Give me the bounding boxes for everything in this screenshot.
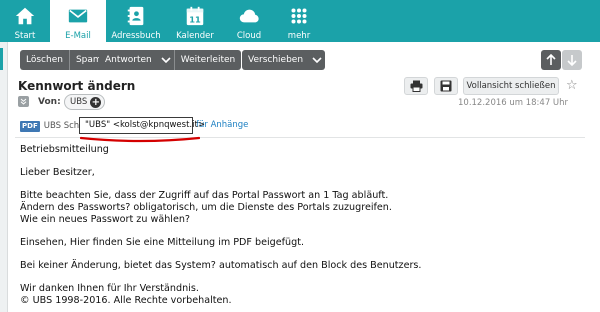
arrow-up-icon xyxy=(546,54,556,65)
printer-icon xyxy=(410,80,422,92)
body-paragraph: Betriebsmitteilung xyxy=(20,144,580,156)
body-paragraph: Lieber Besitzer, xyxy=(20,167,580,179)
message-body: Betriebsmitteilung Lieber Besitzer, Bitt… xyxy=(20,144,580,306)
body-line: Bei keiner Änderung, bietet das System? … xyxy=(20,259,422,271)
move-group: Verschieben xyxy=(242,50,326,70)
addressbook-icon xyxy=(127,6,144,26)
from-label: Von: xyxy=(38,97,61,107)
nav-kalender[interactable]: 11 Kalender xyxy=(166,0,224,42)
body-paragraph: Bitte beachten Sie, dass der Zugriff auf… xyxy=(20,190,580,225)
pdf-file-icon: PDF xyxy=(20,120,40,132)
folder-pane-edge[interactable] xyxy=(0,42,8,312)
floppy-disk-icon xyxy=(440,80,452,92)
arrow-down-icon xyxy=(567,55,577,66)
mail-icon xyxy=(68,9,88,23)
delete-button[interactable]: Löschen xyxy=(20,50,69,70)
body-paragraph: Bei keiner Änderung, bietet das System? … xyxy=(20,260,580,272)
previous-message-button[interactable] xyxy=(541,50,561,70)
add-contact-plus-icon[interactable]: + xyxy=(90,96,102,108)
star-icon[interactable]: ☆ xyxy=(566,78,578,93)
body-line: Wie ein neues Passwort zu wählen? xyxy=(20,213,191,225)
folder-selected-marker xyxy=(0,48,3,70)
nav-email-label: E-Mail xyxy=(65,31,91,41)
reply-button[interactable]: Antworten xyxy=(99,50,158,70)
print-button[interactable] xyxy=(404,77,428,95)
nav-start-label: Start xyxy=(14,31,36,41)
next-message-button[interactable] xyxy=(562,50,582,70)
nav-start[interactable]: Start xyxy=(0,0,50,42)
cloud-icon xyxy=(239,9,259,23)
body-line: Betriebsmitteilung xyxy=(20,144,109,155)
close-fullview-button[interactable]: Vollansicht schließen xyxy=(463,77,559,95)
reply-options-chevron-icon[interactable] xyxy=(158,50,174,70)
sender-name: UBS xyxy=(70,97,88,107)
expand-header-chevron-icon[interactable] xyxy=(18,96,29,107)
body-line: Einsehen, Hier finden Sie eine Mitteilun… xyxy=(20,236,305,248)
reply-forward-group: Antworten Weiterleiten xyxy=(99,50,242,70)
delete-spam-group: Löschen Spam xyxy=(20,50,108,70)
calendar-day-number: 11 xyxy=(189,14,201,24)
grid-icon xyxy=(291,8,307,24)
nav-adressbuch[interactable]: Adressbuch xyxy=(106,0,166,42)
top-navigation: Start E-Mail Adressbuch 11 Kalender Clou… xyxy=(0,0,600,42)
save-button[interactable] xyxy=(434,77,458,95)
move-chevron-down-icon[interactable] xyxy=(309,50,325,70)
body-line: Wir danken Ihnen für Ihr Verständnis. xyxy=(20,283,199,295)
nav-cloud[interactable]: Cloud xyxy=(224,0,274,42)
nav-mehr[interactable]: mehr xyxy=(274,0,324,42)
body-paragraph: Wir danken Ihnen für Ihr Verständnis. © … xyxy=(20,283,580,306)
move-button[interactable]: Verschieben xyxy=(242,50,309,70)
sender-address-tooltip: "UBS" <kolst@kpnqwest.it> xyxy=(79,117,205,134)
body-line: Lieber Besitzer, xyxy=(20,167,95,179)
nav-cloud-label: Cloud xyxy=(236,31,262,41)
message-subject: Kennwort ändern xyxy=(18,79,136,93)
calendar-icon: 11 xyxy=(186,6,204,26)
body-line: © UBS 1998-2016. Alle Rechte vorbehalten… xyxy=(20,294,232,306)
nav-email[interactable]: E-Mail xyxy=(50,0,106,42)
forward-button[interactable]: Weiterleiten xyxy=(175,50,241,70)
body-line: Ändern des Passworts? obligatorisch, um … xyxy=(20,201,392,213)
attachment-row[interactable]: PDF UBS Sch xyxy=(20,119,79,133)
body-paragraph: Einsehen, Hier finden Sie eine Mitteilun… xyxy=(20,237,580,249)
highlight-underline xyxy=(80,136,200,143)
body-line: Bitte beachten Sie, dass der Zugriff auf… xyxy=(20,190,389,202)
attachment-name[interactable]: UBS Sch xyxy=(44,121,79,131)
home-icon xyxy=(15,7,35,25)
nav-adressbuch-label: Adressbuch xyxy=(111,31,161,41)
mail-toolbar: Löschen Spam Antworten Weiterleiten Vers… xyxy=(15,50,585,72)
nav-kalender-label: Kalender xyxy=(176,31,214,41)
sender-chip[interactable]: UBS + xyxy=(64,94,106,110)
message-datetime: 10.12.2016 um 18:47 Uhr xyxy=(458,98,569,108)
nav-mehr-label: mehr xyxy=(287,31,311,41)
